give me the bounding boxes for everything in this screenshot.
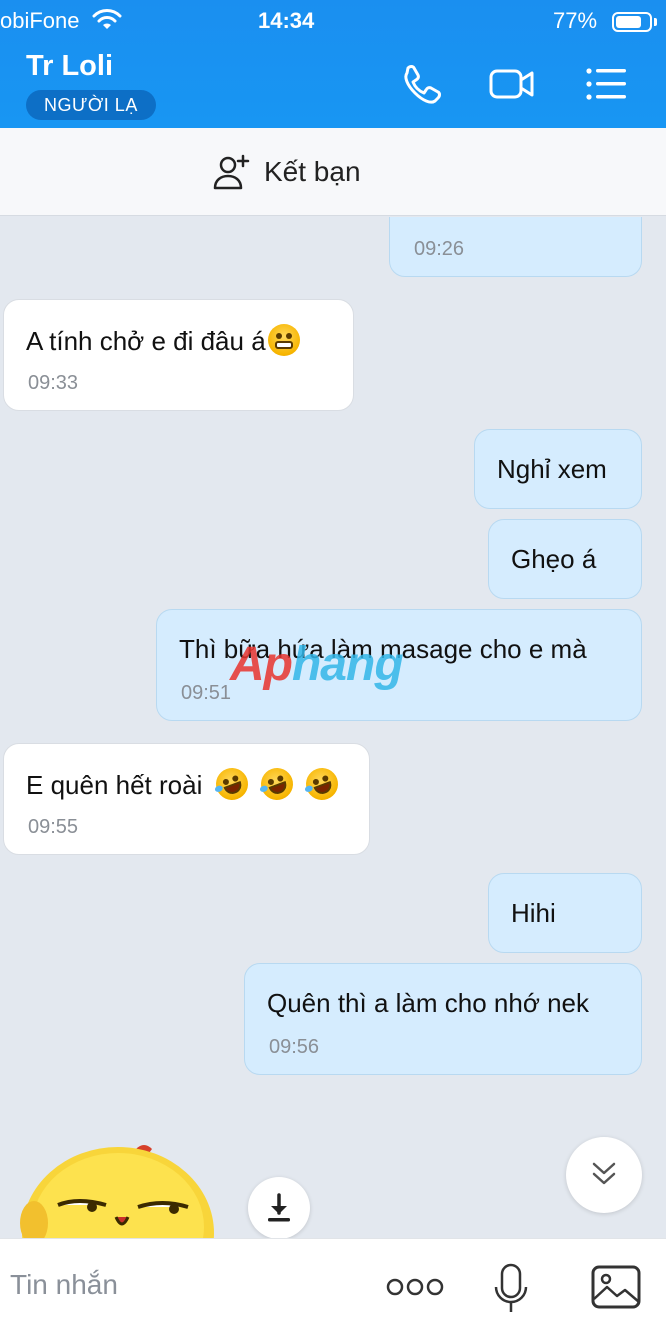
list-menu-icon[interactable] xyxy=(582,62,630,106)
message-time: 09:33 xyxy=(28,372,79,394)
watermark-logo: Aphang xyxy=(230,638,404,691)
message-text: Hihi xyxy=(511,898,556,928)
message-time: 09:56 xyxy=(269,1036,320,1058)
message-bubble-incoming[interactable]: E quên hết roài 09:55 xyxy=(3,743,370,855)
grimace-emoji-icon xyxy=(267,324,300,356)
sticker-image[interactable] xyxy=(18,1135,214,1238)
message-bubble-outgoing[interactable]: Quên thì a làm cho nhớ nek 09:56 xyxy=(244,963,642,1075)
battery-percent: 77% xyxy=(553,8,598,33)
image-icon[interactable] xyxy=(590,1263,642,1311)
message-bubble-outgoing[interactable]: Hihi xyxy=(488,873,642,953)
rofl-emoji-icon xyxy=(211,763,253,805)
contact-name[interactable]: Tr Loli xyxy=(26,50,113,83)
wifi-icon xyxy=(92,9,122,29)
add-friend-label: Kết bạn xyxy=(264,156,361,187)
message-bubble-outgoing[interactable]: 09:26 xyxy=(389,217,642,277)
video-camera-icon[interactable] xyxy=(488,62,536,106)
chat-header: obiFone 14:34 77% Tr Loli NGƯỜI LẠ xyxy=(0,0,666,128)
message-time: 09:26 xyxy=(414,238,465,260)
download-button[interactable] xyxy=(248,1177,310,1238)
download-icon xyxy=(268,1193,290,1222)
battery-icon xyxy=(612,12,652,32)
message-text: A tính chở e đi đâu á xyxy=(26,324,300,357)
message-bubble-incoming[interactable]: A tính chở e đi đâu á 09:33 xyxy=(3,299,354,411)
phone-icon[interactable] xyxy=(398,62,446,106)
scroll-to-bottom-button[interactable] xyxy=(566,1137,642,1213)
message-time: 09:55 xyxy=(28,816,79,838)
status-time: 14:34 xyxy=(258,8,315,33)
status-bar: obiFone 14:34 77% xyxy=(0,6,666,36)
chevron-double-down-icon xyxy=(592,1162,616,1185)
rofl-emoji-icon xyxy=(301,763,343,805)
message-bubble-outgoing[interactable]: Nghỉ xem xyxy=(474,429,642,509)
rofl-emoji-icon xyxy=(256,763,298,805)
add-friend-bar[interactable]: Kết bạn xyxy=(0,128,666,216)
message-text: Quên thì a làm cho nhớ nek xyxy=(267,988,590,1018)
message-time: 09:51 xyxy=(181,682,232,704)
stranger-badge: NGƯỜI LẠ xyxy=(26,90,156,120)
message-list[interactable]: 09:26 A tính chở e đi đâu á 09:33 Nghỉ x… xyxy=(0,217,666,1238)
message-text: Nghỉ xem xyxy=(497,454,607,484)
more-dots-icon[interactable] xyxy=(386,1277,444,1297)
message-bubble-outgoing[interactable]: Ghẹo á xyxy=(488,519,642,599)
carrier-label: obiFone xyxy=(0,8,80,33)
message-text: Ghẹo á xyxy=(511,544,597,574)
add-user-icon xyxy=(213,154,250,190)
battery-tip xyxy=(654,18,657,26)
message-composer xyxy=(0,1238,666,1330)
microphone-icon[interactable] xyxy=(494,1263,528,1315)
message-input[interactable] xyxy=(10,1269,310,1301)
message-text: E quên hết roài xyxy=(26,763,343,805)
